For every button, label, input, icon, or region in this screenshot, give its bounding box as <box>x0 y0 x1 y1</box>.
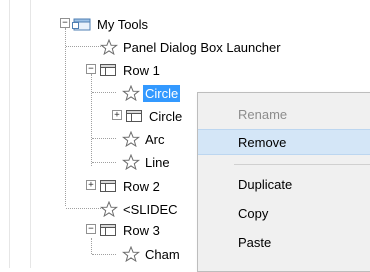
panel-row-icon <box>124 108 144 124</box>
tree-node-label: Cham <box>145 246 180 262</box>
tree-node-label: My Tools <box>97 16 149 32</box>
tree-item-arc[interactable]: Arc <box>122 129 167 149</box>
menu-item-paste[interactable]: Paste <box>198 229 370 255</box>
panel-row-icon <box>98 62 118 78</box>
tree-item-panel-dialog-box-launcher[interactable]: Panel Dialog Box Launcher <box>100 37 283 57</box>
collapse-toggle[interactable]: − <box>86 64 96 74</box>
expand-toggle[interactable]: + <box>112 110 122 120</box>
tree-root-my-tools[interactable]: My Tools <box>72 14 150 34</box>
panel-row-icon <box>98 222 118 238</box>
toolbar-folder-icon <box>72 16 92 32</box>
tree-connector <box>91 238 92 254</box>
menu-separator <box>234 164 370 165</box>
tree-item-slider[interactable]: <SLIDEC <box>100 199 180 219</box>
tree-node-label: Row 3 <box>123 222 160 238</box>
tree-item-chamfer[interactable]: Cham <box>122 244 182 264</box>
star-icon <box>100 201 118 217</box>
collapse-toggle[interactable]: − <box>60 18 70 28</box>
collapse-toggle[interactable]: − <box>86 224 96 234</box>
panel-row-icon <box>98 178 118 194</box>
menu-item-label: Copy <box>238 205 269 221</box>
star-icon <box>122 85 140 101</box>
tree-node-label: Circle <box>149 108 183 124</box>
star-icon <box>122 131 140 147</box>
tree-connector <box>92 138 116 139</box>
menu-item-label: Paste <box>238 234 272 250</box>
tree-connector <box>92 92 116 93</box>
menu-item-duplicate[interactable]: Duplicate <box>198 171 370 197</box>
menu-item-label: Remove <box>238 134 287 150</box>
tree-node-label: Row 2 <box>123 178 160 194</box>
tree-item-circle-selected[interactable]: Circle <box>122 83 181 103</box>
tree-connector <box>65 28 66 206</box>
star-icon <box>122 246 140 262</box>
expand-toggle[interactable]: + <box>86 180 96 190</box>
tree-connector <box>92 162 116 163</box>
tree-item-circle-row[interactable]: Circle <box>124 106 184 126</box>
menu-item-rename[interactable]: Rename <box>198 101 370 127</box>
menu-item-label: Rename <box>238 106 288 122</box>
context-menu: Rename Remove Duplicate Copy Paste <box>197 92 370 272</box>
tree-item-row-1[interactable]: Row 1 <box>98 60 162 80</box>
tree-connector <box>92 254 116 255</box>
tree-node-label: Row 1 <box>123 62 160 78</box>
star-icon <box>122 154 140 170</box>
tree-connector <box>91 74 92 166</box>
menu-item-remove[interactable]: Remove <box>198 129 370 155</box>
tree-node-label: Arc <box>145 131 165 147</box>
tree-node-label: Panel Dialog Box Launcher <box>123 39 281 55</box>
tree-node-label: <SLIDEC <box>123 201 178 217</box>
tree-item-row-3[interactable]: Row 3 <box>98 220 162 240</box>
tree-node-label: Line <box>145 154 170 170</box>
menu-item-copy[interactable]: Copy <box>198 200 370 226</box>
tree-item-line[interactable]: Line <box>122 152 172 172</box>
tree-connector <box>66 46 101 47</box>
star-icon <box>100 39 118 55</box>
tree-node-label: Circle <box>143 84 181 102</box>
menu-item-label: Duplicate <box>238 176 293 192</box>
tree-item-row-2[interactable]: Row 2 <box>98 176 162 196</box>
tree-connector <box>66 208 101 209</box>
